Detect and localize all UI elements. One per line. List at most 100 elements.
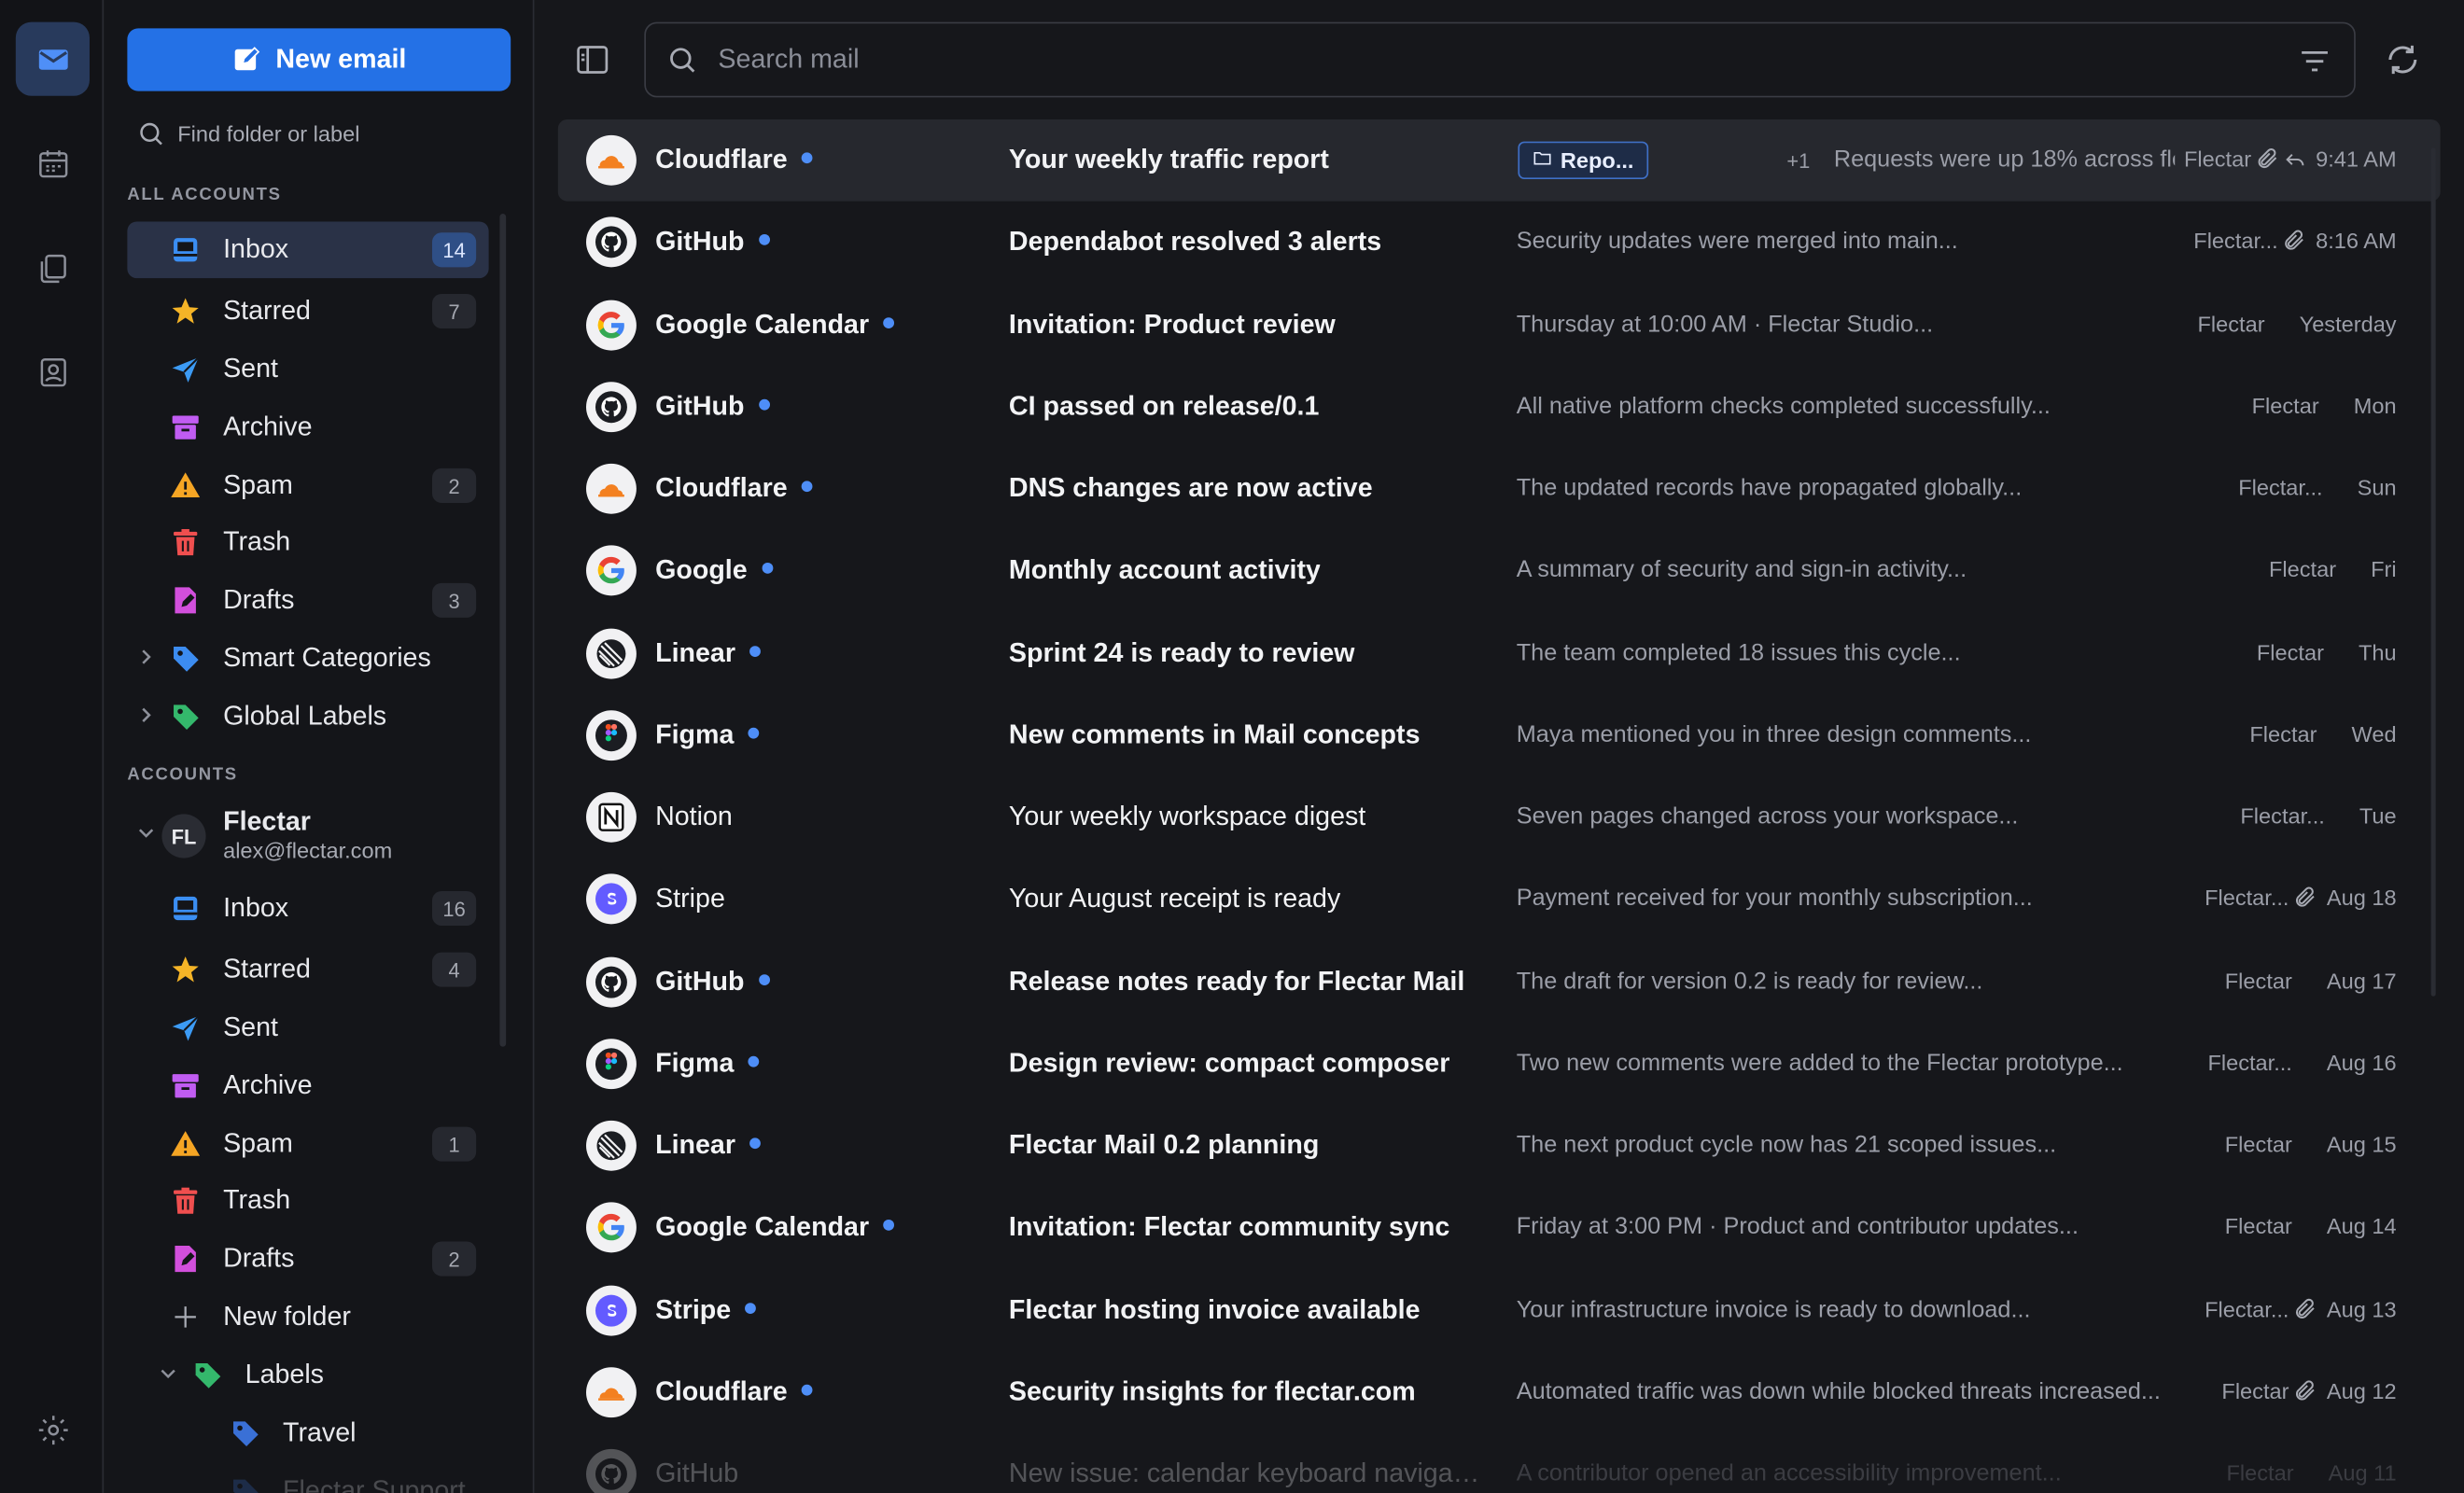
more-labels-count[interactable]: +1 <box>1786 149 1810 173</box>
sidebar-item-labels[interactable]: Labels <box>127 1346 488 1403</box>
avatar: FL <box>161 814 206 858</box>
google-logo-icon <box>586 545 637 596</box>
email-row[interactable]: Linear Flectar Mail 0.2 planning The next … <box>558 1105 2441 1187</box>
trash-icon <box>168 525 203 560</box>
sidebar-item-new-folder[interactable]: New folder <box>127 1289 488 1346</box>
sidebar-item-spam[interactable]: Spam 2 <box>127 457 488 514</box>
mail-icon[interactable] <box>15 21 90 96</box>
email-subject: Invitation: Flectar community sync <box>1008 1211 1450 1242</box>
email-subject: New issue: calendar keyboard navigati... <box>1008 1458 1481 1488</box>
email-row[interactable]: Google Calendar Invitation: Flectar commu… <box>558 1187 2441 1269</box>
drafts-icon <box>168 1242 203 1277</box>
email-row[interactable]: Stripe Flectar hosting invoice available Y… <box>558 1269 2441 1351</box>
email-sender: Cloudflare <box>655 473 813 505</box>
figma-logo-icon <box>586 709 637 760</box>
sidebar-item-label: Archive <box>223 412 313 442</box>
refresh-icon[interactable] <box>2384 41 2421 78</box>
compose-icon <box>235 47 260 71</box>
email-row[interactable]: GitHub CI passed on release/0.1 All native… <box>558 366 2441 448</box>
email-subject: Sprint 24 is ready to review <box>1008 636 1355 667</box>
chevron-down-icon[interactable] <box>136 824 155 843</box>
sidebar-item-global-labels[interactable]: Global Labels <box>127 689 488 746</box>
sidebar-item-archive[interactable]: Archive <box>127 399 488 456</box>
sidebar-item-inbox[interactable]: Inbox 14 <box>127 221 489 279</box>
archive-icon <box>168 411 203 445</box>
calendar-icon[interactable] <box>16 126 90 200</box>
sidebar-item-sent[interactable]: Sent <box>127 341 488 398</box>
sidebar-item-travel[interactable]: Travel <box>127 1405 488 1462</box>
email-preview: Security updates were merged into main..… <box>1516 228 1958 256</box>
email-preview: A summary of security and sign-in activi… <box>1516 556 1967 584</box>
chevron-right-icon[interactable] <box>136 648 155 666</box>
trash-icon <box>168 1183 203 1218</box>
star-icon <box>168 294 203 328</box>
label-icon <box>228 1416 262 1450</box>
filter-icon[interactable] <box>2298 44 2332 78</box>
unread-dot <box>749 1137 761 1150</box>
sidebar-item-archive[interactable]: Archive <box>127 1057 488 1114</box>
sidebar-item-flectar-support[interactable]: Flectar Support <box>127 1463 488 1493</box>
sidebar-item-label: Sent <box>223 1012 278 1042</box>
new-email-label: New email <box>275 44 407 75</box>
sidebar-toggle-icon[interactable] <box>574 41 611 78</box>
email-subject: Dependabot resolved 3 alerts <box>1008 226 1382 257</box>
search-bar[interactable] <box>644 21 2356 98</box>
sidebar-item-trash[interactable]: Trash <box>127 1172 488 1229</box>
gear-icon[interactable] <box>16 1392 90 1466</box>
sidebar-item-drafts[interactable]: Drafts 2 <box>127 1231 488 1288</box>
cloudflare-logo-icon <box>586 463 637 514</box>
email-sender: Cloudflare <box>655 145 813 176</box>
unread-dot <box>758 398 770 411</box>
unread-count-badge: 16 <box>432 890 477 926</box>
chevron-down-icon[interactable] <box>159 1364 177 1383</box>
email-row[interactable]: Google Calendar Invitation: Product revie… <box>558 284 2441 366</box>
account-email: alex@flectar.com <box>223 837 393 863</box>
new-email-button[interactable]: New email <box>127 28 511 91</box>
sidebar-scrollbar[interactable] <box>499 214 507 1047</box>
sidebar-item-drafts[interactable]: Drafts 3 <box>127 572 488 629</box>
chevron-right-icon[interactable] <box>136 705 155 724</box>
sidebar-item-spam[interactable]: Spam 1 <box>127 1116 488 1173</box>
contacts-icon[interactable] <box>16 335 90 409</box>
sidebar-item-trash[interactable]: Trash <box>127 514 488 571</box>
email-subject: Invitation: Product review <box>1008 308 1336 339</box>
sidebar-item-smart-categories[interactable]: Smart Categories <box>127 630 488 687</box>
notion-logo-icon <box>586 791 637 843</box>
app-rail <box>0 0 105 1493</box>
sidebar-item-inbox[interactable]: Inbox 16 <box>127 880 488 937</box>
email-row[interactable]: Cloudflare Security insights for flectar.… <box>558 1351 2441 1433</box>
account-flectar[interactable]: FL Flectar alex@flectar.com <box>127 802 488 868</box>
email-date: 9:41 AM <box>2316 146 2397 172</box>
sidebar-item-label: Smart Categories <box>223 642 431 673</box>
email-date: Aug 14 <box>2326 1213 2397 1239</box>
email-row[interactable]: Figma Design review: compact composer Two … <box>558 1023 2441 1105</box>
email-row[interactable]: GitHub Release notes ready for Flectar Ma… <box>558 941 2441 1023</box>
email-row[interactable]: Notion Your weekly workspace digest Seven … <box>558 776 2441 858</box>
email-row[interactable]: Linear Sprint 24 is ready to review The te… <box>558 612 2441 694</box>
email-date: 8:16 AM <box>2316 228 2397 254</box>
sidebar-item-label: Archive <box>223 1069 313 1100</box>
email-account: Flectar <box>2224 1213 2292 1239</box>
label-icon <box>190 1358 225 1392</box>
search-input[interactable] <box>718 44 2227 76</box>
email-sender: Stripe <box>655 883 725 914</box>
email-list-scrollbar[interactable] <box>2430 147 2436 997</box>
email-row[interactable]: Figma New comments in Mail concepts Maya m… <box>558 694 2441 776</box>
email-row[interactable]: GitHub New issue: calendar keyboard navig… <box>558 1433 2441 1493</box>
warning-icon <box>168 468 203 503</box>
linear-logo-icon <box>586 627 637 678</box>
find-folder-input[interactable]: Find folder or label <box>136 119 359 147</box>
sidebar-item-sent[interactable]: Sent <box>127 999 488 1056</box>
email-row[interactable]: Google Monthly account activity A summary … <box>558 530 2441 612</box>
label-chip[interactable]: Repo... <box>1518 141 1648 179</box>
email-row[interactable]: Stripe Your August receipt is ready Paymen… <box>558 858 2441 941</box>
email-row[interactable]: Cloudflare Your weekly traffic report Repo… <box>557 119 2441 202</box>
email-date: Aug 15 <box>2326 1131 2397 1157</box>
unread-dot <box>883 316 895 328</box>
sidebar-item-starred[interactable]: Starred 4 <box>127 942 488 998</box>
email-row[interactable]: GitHub Dependabot resolved 3 alerts Securi… <box>558 202 2441 284</box>
sidebar-item-starred[interactable]: Starred 7 <box>127 283 488 340</box>
email-row[interactable]: Cloudflare DNS changes are now active The … <box>558 448 2441 530</box>
documents-icon[interactable] <box>16 231 90 305</box>
email-sender: Linear <box>655 637 761 669</box>
